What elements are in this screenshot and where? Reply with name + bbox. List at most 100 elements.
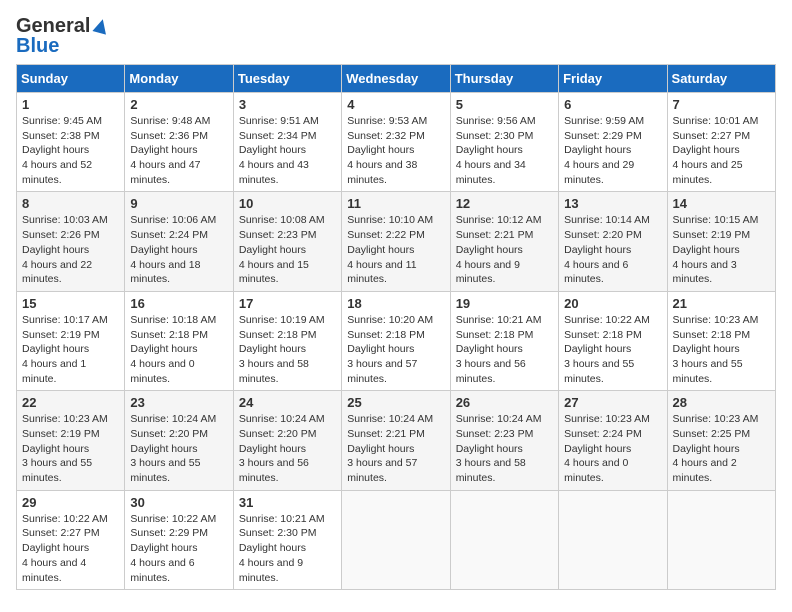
calendar-day-cell: 8Sunrise: 10:03 AMSunset: 2:26 PMDayligh… (17, 192, 125, 291)
day-number: 1 (22, 97, 119, 112)
day-info: Sunrise: 10:22 AMSunset: 2:29 PMDaylight… (130, 512, 227, 585)
day-number: 10 (239, 196, 336, 211)
calendar-day-cell: 31 Sunrise: 10:21 AMSunset: 2:30 PMDaylig… (233, 490, 341, 589)
calendar-week-row: 15 Sunrise: 10:17 AMSunset: 2:19 PMDaylig… (17, 291, 776, 390)
calendar-day-cell: 1 Sunrise: 9:45 AMSunset: 2:38 PMDaylight… (17, 93, 125, 192)
calendar-day-cell: 18 Sunrise: 10:20 AMSunset: 2:18 PMDaylig… (342, 291, 450, 390)
day-info: Sunrise: 10:19 AMSunset: 2:18 PMDaylight… (239, 313, 336, 386)
day-number: 17 (239, 296, 336, 311)
calendar-day-cell: 5 Sunrise: 9:56 AMSunset: 2:30 PMDaylight… (450, 93, 558, 192)
calendar-day-cell: 27 Sunrise: 10:23 AMSunset: 2:24 PMDaylig… (559, 391, 667, 490)
calendar-day-cell: 23 Sunrise: 10:24 AMSunset: 2:20 PMDaylig… (125, 391, 233, 490)
calendar-week-row: 1 Sunrise: 9:45 AMSunset: 2:38 PMDaylight… (17, 93, 776, 192)
day-number: 6 (564, 97, 661, 112)
calendar-day-cell: 28 Sunrise: 10:23 AMSunset: 2:25 PMDaylig… (667, 391, 775, 490)
calendar-week-row: 29 Sunrise: 10:22 AMSunset: 2:27 PMDaylig… (17, 490, 776, 589)
calendar-day-cell: 6Sunrise: 9:59 AMSunset: 2:29 PMDaylight… (559, 93, 667, 192)
day-of-week-header: Tuesday (233, 65, 341, 93)
day-info: Sunrise: 10:23 AMSunset: 2:19 PMDaylight… (22, 412, 119, 485)
day-number: 18 (347, 296, 444, 311)
day-info: Sunrise: 9:53 AMSunset: 2:32 PMDaylight … (347, 114, 444, 187)
day-info: Sunrise: 10:21 AMSunset: 2:30 PMDaylight… (239, 512, 336, 585)
day-info: Sunrise: 10:23 AMSunset: 2:25 PMDaylight… (673, 412, 770, 485)
day-of-week-header: Saturday (667, 65, 775, 93)
day-number: 5 (456, 97, 553, 112)
day-info: Sunrise: 9:45 AMSunset: 2:38 PMDaylight … (22, 114, 119, 187)
calendar-day-cell: 21Sunrise: 10:23 AMSunset: 2:18 PMDaylig… (667, 291, 775, 390)
day-number: 31 (239, 495, 336, 510)
calendar-day-cell: 7 Sunrise: 10:01 AMSunset: 2:27 PMDayligh… (667, 93, 775, 192)
day-of-week-header: Friday (559, 65, 667, 93)
calendar-day-cell: 26Sunrise: 10:24 AMSunset: 2:23 PMDaylig… (450, 391, 558, 490)
day-info: Sunrise: 10:24 AMSunset: 2:21 PMDaylight… (347, 412, 444, 485)
calendar-day-cell: 30 Sunrise: 10:22 AMSunset: 2:29 PMDaylig… (125, 490, 233, 589)
day-number: 15 (22, 296, 119, 311)
calendar-day-cell: 9 Sunrise: 10:06 AMSunset: 2:24 PMDayligh… (125, 192, 233, 291)
day-info: Sunrise: 10:01 AMSunset: 2:27 PMDaylight… (673, 114, 770, 187)
calendar-day-cell: 19 Sunrise: 10:21 AMSunset: 2:18 PMDaylig… (450, 291, 558, 390)
logo: General Blue (16, 16, 110, 56)
calendar-day-cell: 12 Sunrise: 10:12 AMSunset: 2:21 PMDaylig… (450, 192, 558, 291)
day-info: Sunrise: 10:24 AMSunset: 2:20 PMDaylight… (239, 412, 336, 485)
day-info: Sunrise: 10:18 AMSunset: 2:18 PMDaylight… (130, 313, 227, 386)
day-number: 9 (130, 196, 227, 211)
day-info: Sunrise: 10:15 AMSunset: 2:19 PMDaylight… (673, 213, 770, 286)
day-number: 22 (22, 395, 119, 410)
calendar-day-cell: 11 Sunrise: 10:10 AMSunset: 2:22 PMDaylig… (342, 192, 450, 291)
day-number: 30 (130, 495, 227, 510)
day-number: 27 (564, 395, 661, 410)
day-of-week-header: Sunday (17, 65, 125, 93)
day-of-week-header: Thursday (450, 65, 558, 93)
day-of-week-header: Monday (125, 65, 233, 93)
day-info: Sunrise: 10:21 AMSunset: 2:18 PMDaylight… (456, 313, 553, 386)
day-number: 8 (22, 196, 119, 211)
day-number: 12 (456, 196, 553, 211)
day-number: 14 (673, 196, 770, 211)
day-number: 2 (130, 97, 227, 112)
calendar-day-cell: 14 Sunrise: 10:15 AMSunset: 2:19 PMDaylig… (667, 192, 775, 291)
header: General Blue (16, 16, 776, 56)
day-info: Sunrise: 10:20 AMSunset: 2:18 PMDaylight… (347, 313, 444, 386)
calendar-day-cell (559, 490, 667, 589)
day-info: Sunrise: 10:22 AMSunset: 2:27 PMDaylight… (22, 512, 119, 585)
calendar-day-cell: 29 Sunrise: 10:22 AMSunset: 2:27 PMDaylig… (17, 490, 125, 589)
logo-blue-text: Blue (16, 36, 110, 56)
day-info: Sunrise: 9:48 AMSunset: 2:36 PMDaylight … (130, 114, 227, 187)
day-number: 19 (456, 296, 553, 311)
day-info: Sunrise: 10:08 AMSunset: 2:23 PMDaylight… (239, 213, 336, 286)
calendar-day-cell: 17 Sunrise: 10:19 AMSunset: 2:18 PMDaylig… (233, 291, 341, 390)
day-info: Sunrise: 10:24 AMSunset: 2:20 PMDaylight… (130, 412, 227, 485)
calendar-week-row: 22 Sunrise: 10:23 AMSunset: 2:19 PMDaylig… (17, 391, 776, 490)
calendar-day-cell: 15 Sunrise: 10:17 AMSunset: 2:19 PMDaylig… (17, 291, 125, 390)
day-number: 3 (239, 97, 336, 112)
calendar-day-cell: 13Sunrise: 10:14 AMSunset: 2:20 PMDaylig… (559, 192, 667, 291)
day-info: Sunrise: 10:12 AMSunset: 2:21 PMDaylight… (456, 213, 553, 286)
day-number: 4 (347, 97, 444, 112)
calendar-header-row: SundayMondayTuesdayWednesdayThursdayFrid… (17, 65, 776, 93)
calendar-body: 1 Sunrise: 9:45 AMSunset: 2:38 PMDaylight… (17, 93, 776, 590)
logo-icon (92, 17, 110, 35)
calendar-day-cell: 16 Sunrise: 10:18 AMSunset: 2:18 PMDaylig… (125, 291, 233, 390)
day-info: Sunrise: 10:10 AMSunset: 2:22 PMDaylight… (347, 213, 444, 286)
day-number: 11 (347, 196, 444, 211)
day-info: Sunrise: 10:06 AMSunset: 2:24 PMDaylight… (130, 213, 227, 286)
logo-general-text: General (16, 16, 90, 36)
calendar-table: SundayMondayTuesdayWednesdayThursdayFrid… (16, 64, 776, 590)
day-info: Sunrise: 10:17 AMSunset: 2:19 PMDaylight… (22, 313, 119, 386)
calendar-day-cell (342, 490, 450, 589)
day-number: 21 (673, 296, 770, 311)
calendar-week-row: 8Sunrise: 10:03 AMSunset: 2:26 PMDayligh… (17, 192, 776, 291)
calendar-day-cell: 20Sunrise: 10:22 AMSunset: 2:18 PMDaylig… (559, 291, 667, 390)
calendar-day-cell: 25Sunrise: 10:24 AMSunset: 2:21 PMDaylig… (342, 391, 450, 490)
day-info: Sunrise: 9:56 AMSunset: 2:30 PMDaylight … (456, 114, 553, 187)
day-number: 20 (564, 296, 661, 311)
calendar-day-cell: 24Sunrise: 10:24 AMSunset: 2:20 PMDaylig… (233, 391, 341, 490)
day-info: Sunrise: 10:23 AMSunset: 2:24 PMDaylight… (564, 412, 661, 485)
day-number: 23 (130, 395, 227, 410)
day-number: 26 (456, 395, 553, 410)
calendar-day-cell: 3Sunrise: 9:51 AMSunset: 2:34 PMDaylight… (233, 93, 341, 192)
day-number: 16 (130, 296, 227, 311)
day-number: 29 (22, 495, 119, 510)
day-number: 28 (673, 395, 770, 410)
day-number: 7 (673, 97, 770, 112)
